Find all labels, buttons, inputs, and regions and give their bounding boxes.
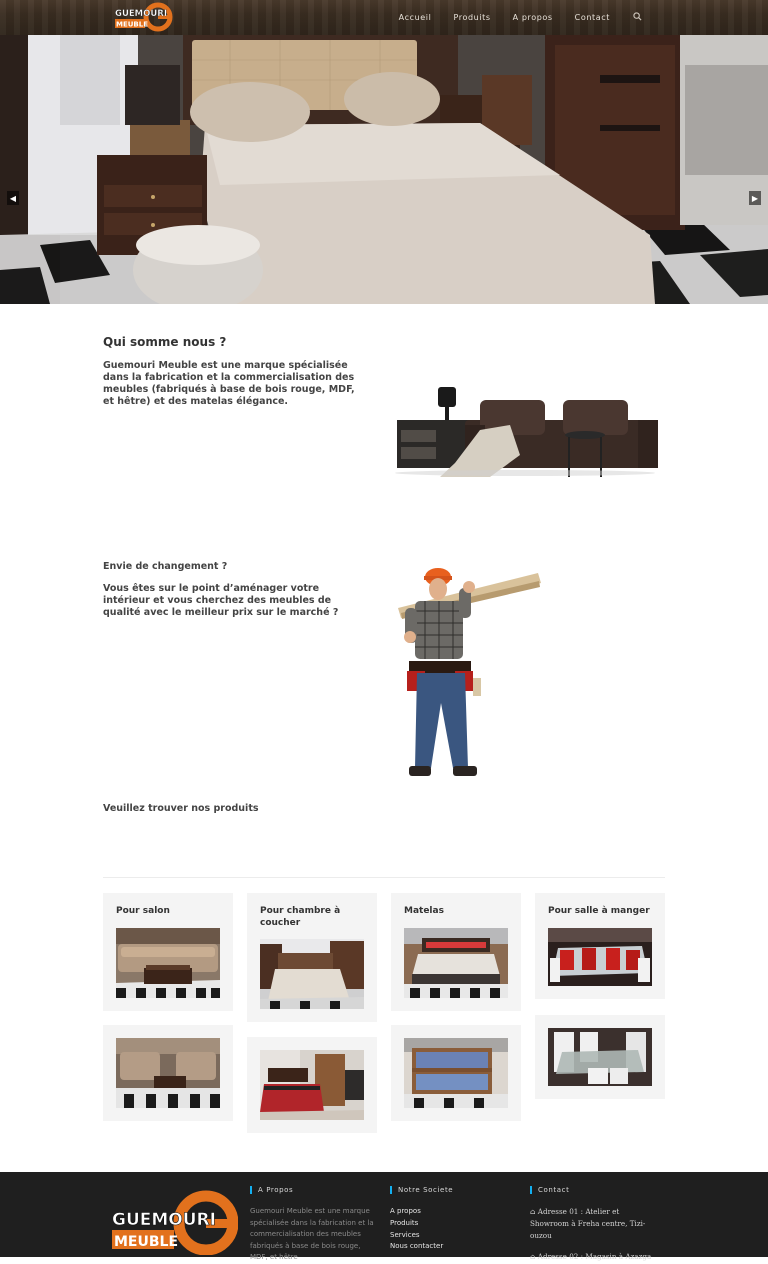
hero-slider[interactable]: ◀ ▶ [0,35,768,304]
footer-logo[interactable]: GUEMOURI MEUBLE [110,1189,238,1255]
chambre-image-2 [260,1050,364,1120]
category-title-chambre: Pour chambre à coucher [260,906,341,928]
footer-link-nous-contacter[interactable]: Nous contacter [390,1241,510,1253]
nav-accueil[interactable]: Accueil [388,13,443,22]
site-header: GUEMOURI MEUBLE Accueil Produits A propo… [0,0,768,35]
category-card-salle-a-manger[interactable]: Pour salle à manger [535,893,665,999]
footer-link-services[interactable]: Services [390,1230,510,1242]
category-card-matelas[interactable]: Matelas [391,893,521,1011]
products-intro: Veuillez trouver nos produits [103,803,259,814]
salon-image [116,927,220,998]
nav-a-propos[interactable]: A propos [502,13,564,22]
footer-address-1: ⌂ Adresse 01 : Atelier et Showroom à Fre… [530,1206,655,1242]
footer-logo-text-bottom: MEUBLE [114,1234,178,1250]
footer-company: Notre Societe A propos Produits Services… [390,1186,510,1253]
footer-contact-heading: Contact [530,1186,655,1194]
slider-next-button[interactable]: ▶ [749,191,761,205]
category-title-matelas: Matelas [404,906,444,916]
site-footer: GUEMOURI MEUBLE A Propos Guemouri Meuble… [0,1172,768,1261]
change-text: Vous êtes sur le point d’aménager votre … [103,583,339,618]
salon-image-2 [116,1038,220,1108]
home-icon: ⌂ [530,1207,536,1216]
logo-text-top: GUEMOURI [115,9,167,19]
category-card-chambre[interactable]: Pour chambre à coucher [247,893,377,1022]
nav-produits[interactable]: Produits [442,13,501,22]
salle-a-manger-image [548,927,652,986]
chambre-image [260,939,364,1009]
salle-a-manger-image-2 [548,1028,652,1086]
change-title: Envie de changement ? [103,561,228,572]
carpenter-image [398,568,541,776]
matelas-image-2 [404,1038,508,1108]
main-nav: Accueil Produits A propos Contact [388,0,642,35]
footer-link-a-propos[interactable]: A propos [390,1206,510,1218]
section-divider [103,877,665,878]
footer-company-heading: Notre Societe [390,1186,510,1194]
category-card-matelas-2[interactable] [391,1025,521,1121]
about-text: Guemouri Meuble est une marque spécialis… [103,360,355,407]
slider-prev-button[interactable]: ◀ [7,191,19,205]
footer-address-1-text: Adresse 01 : Atelier et Showroom à Freha… [530,1207,646,1240]
footer-address-2: ⌂ Adresse 02 : Magasin à Azazga [530,1251,655,1263]
category-title-salon: Pour salon [116,906,170,916]
hero-bedroom-image [0,35,768,304]
category-card-salon-2[interactable] [103,1025,233,1121]
logo-text-bottom: MEUBLE [116,21,148,29]
category-card-salon[interactable]: Pour salon [103,893,233,1011]
matelas-image [404,927,508,998]
sofa-image [395,387,658,477]
footer-contact: Contact ⌂ Adresse 01 : Atelier et Showro… [530,1186,655,1263]
about-title: Qui somme nous ? [103,335,227,349]
footer-about-text: Guemouri Meuble est une marque spécialis… [250,1207,374,1261]
category-card-chambre-2[interactable] [247,1037,377,1133]
nav-contact[interactable]: Contact [564,13,621,22]
footer-about: A Propos Guemouri Meuble est une marque … [250,1186,375,1264]
footer-logo-text-top: GUEMOURI [112,1210,216,1230]
site-logo[interactable]: GUEMOURI MEUBLE [114,2,174,32]
search-icon[interactable] [621,11,642,24]
footer-link-produits[interactable]: Produits [390,1218,510,1230]
footer-about-heading: A Propos [250,1186,375,1194]
category-title-salle-a-manger: Pour salle à manger [548,906,650,916]
category-card-salle-a-manger-2[interactable] [535,1015,665,1099]
